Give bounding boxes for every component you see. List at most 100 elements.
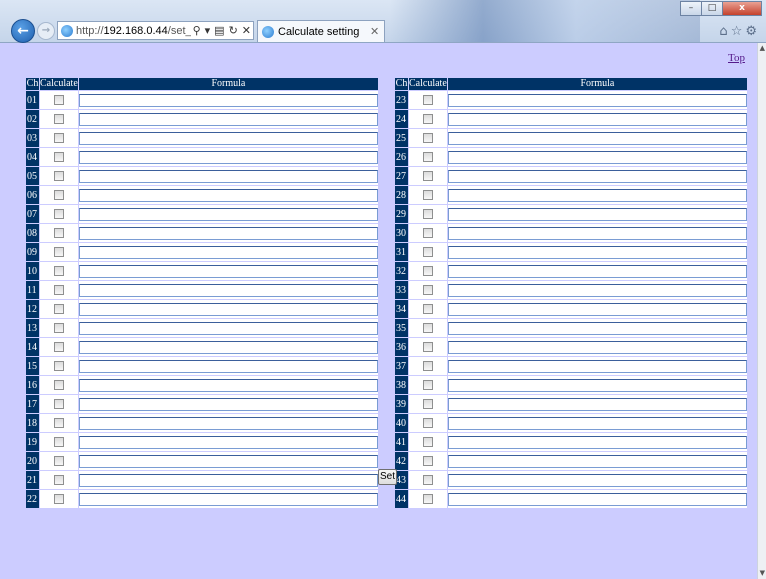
formula-input[interactable] bbox=[78, 473, 378, 487]
refresh-icon[interactable]: ↻ bbox=[227, 24, 240, 37]
calculate-checkbox[interactable] bbox=[53, 95, 64, 106]
formula-input[interactable] bbox=[78, 245, 378, 259]
formula-input[interactable] bbox=[78, 435, 378, 449]
formula-input[interactable] bbox=[447, 302, 747, 316]
formula-input[interactable] bbox=[78, 378, 378, 392]
calculate-checkbox[interactable] bbox=[422, 209, 433, 220]
set-button[interactable]: Set bbox=[378, 469, 397, 485]
formula-input[interactable] bbox=[447, 359, 747, 373]
back-button[interactable]: ← bbox=[11, 19, 35, 43]
calculate-checkbox[interactable] bbox=[422, 247, 433, 258]
calculate-checkbox[interactable] bbox=[422, 361, 433, 372]
calculate-checkbox[interactable] bbox=[53, 114, 64, 125]
calculate-checkbox[interactable] bbox=[53, 361, 64, 372]
formula-input[interactable] bbox=[447, 245, 747, 259]
url-text[interactable]: http://192.168.0.44/set_compute bbox=[76, 25, 191, 37]
minimize-button[interactable]: – bbox=[680, 1, 702, 16]
close-button[interactable]: x bbox=[722, 1, 762, 16]
calculate-checkbox[interactable] bbox=[422, 399, 433, 410]
calculate-checkbox[interactable] bbox=[53, 228, 64, 239]
calculate-checkbox[interactable] bbox=[53, 494, 64, 505]
formula-input[interactable] bbox=[78, 321, 378, 335]
calculate-checkbox[interactable] bbox=[422, 190, 433, 201]
vertical-scrollbar[interactable] bbox=[757, 43, 766, 579]
formula-input[interactable] bbox=[447, 264, 747, 278]
calculate-checkbox[interactable] bbox=[53, 304, 64, 315]
forward-button[interactable]: → bbox=[37, 22, 55, 40]
formula-input[interactable] bbox=[78, 150, 378, 164]
calculate-checkbox[interactable] bbox=[53, 266, 64, 277]
calculate-checkbox[interactable] bbox=[53, 437, 64, 448]
top-link[interactable]: Top bbox=[728, 52, 745, 64]
formula-input[interactable] bbox=[447, 112, 747, 126]
formula-input[interactable] bbox=[447, 283, 747, 297]
tab-calculate-setting[interactable]: Calculate setting ✕ bbox=[257, 20, 385, 42]
calculate-checkbox[interactable] bbox=[53, 418, 64, 429]
formula-input[interactable] bbox=[447, 226, 747, 240]
calculate-checkbox[interactable] bbox=[53, 190, 64, 201]
formula-input[interactable] bbox=[447, 435, 747, 449]
formula-input[interactable] bbox=[447, 207, 747, 221]
formula-input[interactable] bbox=[447, 188, 747, 202]
calculate-checkbox[interactable] bbox=[53, 399, 64, 410]
formula-input[interactable] bbox=[78, 302, 378, 316]
compat-view-icon[interactable]: ▤ bbox=[212, 24, 226, 37]
calculate-checkbox[interactable] bbox=[422, 323, 433, 334]
search-icon[interactable]: ⚲ bbox=[191, 24, 203, 37]
calculate-checkbox[interactable] bbox=[422, 456, 433, 467]
calculate-checkbox[interactable] bbox=[53, 285, 64, 296]
formula-input[interactable] bbox=[447, 340, 747, 354]
formula-input[interactable] bbox=[78, 112, 378, 126]
formula-input[interactable] bbox=[447, 378, 747, 392]
formula-input[interactable] bbox=[78, 454, 378, 468]
calculate-checkbox[interactable] bbox=[422, 437, 433, 448]
formula-input[interactable] bbox=[78, 169, 378, 183]
formula-input[interactable] bbox=[447, 473, 747, 487]
calculate-checkbox[interactable] bbox=[422, 152, 433, 163]
formula-input[interactable] bbox=[78, 416, 378, 430]
address-bar[interactable]: http://192.168.0.44/set_compute ⚲ ▾ ▤ ↻ … bbox=[57, 21, 254, 40]
formula-input[interactable] bbox=[78, 93, 378, 107]
calculate-checkbox[interactable] bbox=[422, 171, 433, 182]
formula-input[interactable] bbox=[447, 416, 747, 430]
formula-input[interactable] bbox=[447, 169, 747, 183]
formula-input[interactable] bbox=[447, 150, 747, 164]
stop-icon[interactable]: ✕ bbox=[240, 24, 253, 37]
formula-input[interactable] bbox=[78, 226, 378, 240]
calculate-checkbox[interactable] bbox=[422, 285, 433, 296]
formula-input[interactable] bbox=[78, 283, 378, 297]
formula-input[interactable] bbox=[78, 397, 378, 411]
formula-input[interactable] bbox=[78, 131, 378, 145]
formula-input[interactable] bbox=[447, 454, 747, 468]
formula-input[interactable] bbox=[447, 131, 747, 145]
gear-icon[interactable]: ⚙ bbox=[745, 24, 760, 39]
favorites-star-icon[interactable]: ☆ bbox=[731, 24, 746, 39]
home-icon[interactable]: ⌂ bbox=[719, 24, 730, 39]
calculate-checkbox[interactable] bbox=[422, 494, 433, 505]
calculate-checkbox[interactable] bbox=[422, 266, 433, 277]
formula-input[interactable] bbox=[447, 93, 747, 107]
calculate-checkbox[interactable] bbox=[422, 380, 433, 391]
calculate-checkbox[interactable] bbox=[53, 171, 64, 182]
formula-input[interactable] bbox=[78, 340, 378, 354]
tab-close-icon[interactable]: ✕ bbox=[370, 25, 384, 38]
formula-input[interactable] bbox=[78, 264, 378, 278]
formula-input[interactable] bbox=[78, 359, 378, 373]
calculate-checkbox[interactable] bbox=[422, 228, 433, 239]
dropdown-icon[interactable]: ▾ bbox=[203, 24, 213, 37]
calculate-checkbox[interactable] bbox=[53, 342, 64, 353]
calculate-checkbox[interactable] bbox=[53, 133, 64, 144]
formula-input[interactable] bbox=[78, 207, 378, 221]
formula-input[interactable] bbox=[447, 397, 747, 411]
formula-input[interactable] bbox=[78, 492, 378, 506]
calculate-checkbox[interactable] bbox=[422, 95, 433, 106]
maximize-button[interactable]: □ bbox=[701, 1, 723, 16]
calculate-checkbox[interactable] bbox=[53, 323, 64, 334]
calculate-checkbox[interactable] bbox=[422, 114, 433, 125]
calculate-checkbox[interactable] bbox=[422, 342, 433, 353]
formula-input[interactable] bbox=[78, 188, 378, 202]
calculate-checkbox[interactable] bbox=[422, 304, 433, 315]
scroll-up-arrow-icon[interactable]: ▲ bbox=[760, 44, 765, 52]
formula-input[interactable] bbox=[447, 492, 747, 506]
calculate-checkbox[interactable] bbox=[53, 152, 64, 163]
